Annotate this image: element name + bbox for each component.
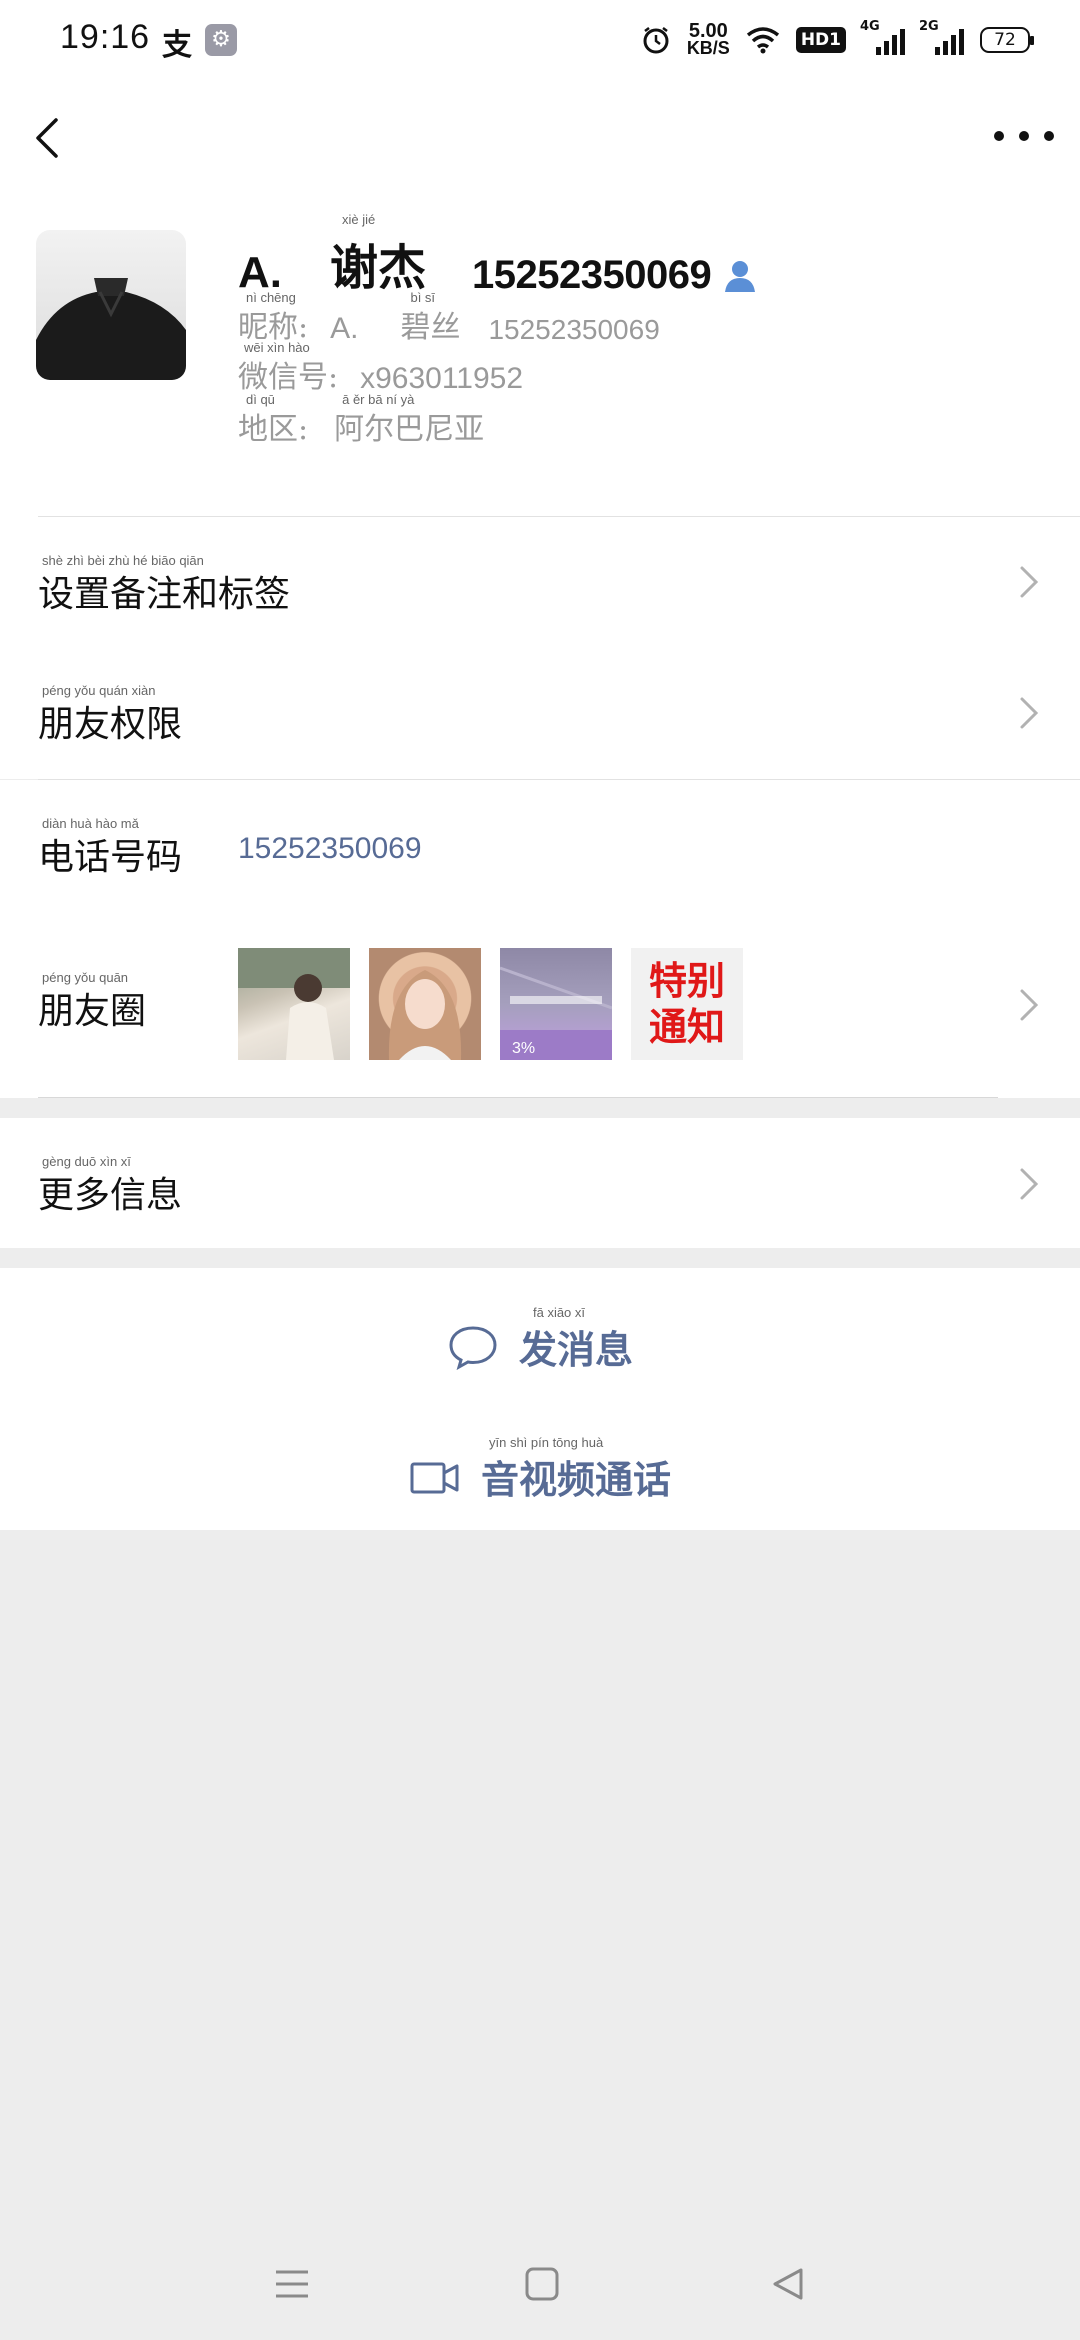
remark-phone: 15252350069 xyxy=(472,253,712,297)
row-label: shè zhì bèi zhù hé biāo qiān 设置备注和标签 xyxy=(38,553,291,615)
contact-actions: fā xiāo xī 发消息 yīn shì pín tōng huà 音视频通… xyxy=(0,1268,1080,1530)
moment-thumbnail xyxy=(238,948,350,1060)
chevron-right-icon xyxy=(1020,1168,1039,1200)
wechat-id-line: wēi xìn hào 微信号: x963011952 xyxy=(238,340,524,395)
send-message-label: fā xiāo xī 发消息 xyxy=(518,1305,633,1372)
top-navigation-bar xyxy=(0,82,1080,192)
row-label: gèng duō xìn xī 更多信息 xyxy=(38,1154,183,1216)
set-remarks-and-tags-row[interactable]: shè zhì bèi zhù hé biāo qiān 设置备注和标签 xyxy=(0,517,1080,647)
moment-thumbnail: 3% xyxy=(500,948,612,1060)
chevron-right-icon xyxy=(1020,697,1039,729)
signal-strength-sim1-icon: 4G xyxy=(860,19,905,55)
back-arrow-icon[interactable] xyxy=(26,112,76,162)
row-label: diàn huà hào mǎ 电话号码 xyxy=(38,816,183,878)
video-camera-icon xyxy=(410,1462,459,1494)
video-call-button[interactable]: yīn shì pín tōng huà 音视频通话 xyxy=(0,1435,1080,1504)
remark-name-chinese: xiè jié 谢杰 xyxy=(330,212,427,296)
row-label: péng yǒu quān 朋友圈 xyxy=(38,970,147,1032)
contact-profile-card: A. xiè jié 谢杰 15252350069 nì chēng 昵称: A.… xyxy=(0,192,1080,517)
svg-text:3%: 3% xyxy=(512,1040,535,1057)
friend-permissions-row[interactable]: péng yǒu quán xiàn 朋友权限 xyxy=(0,647,1080,779)
chevron-right-icon xyxy=(1020,989,1039,1021)
video-call-label: yīn shì pín tōng huà 音视频通话 xyxy=(480,1435,671,1502)
menu-icon[interactable] xyxy=(274,2266,310,2302)
nickname-latin: A. xyxy=(330,312,359,345)
more-info-row[interactable]: gèng duō xìn xī 更多信息 xyxy=(0,1118,1080,1248)
contact-avatar[interactable] xyxy=(36,230,186,380)
moment-thumbnail xyxy=(369,948,481,1060)
special-notice-thumbnail: 特别 通知 xyxy=(631,948,743,1060)
wifi-icon xyxy=(746,27,779,54)
status-bar: 19:16 支 ⚙ 5.00 KB/S HD1 4G 2G 72 xyxy=(0,0,1080,82)
chat-bubble-icon xyxy=(449,1326,497,1370)
settings-notification-icon: ⚙ xyxy=(205,24,237,56)
back-triangle-icon[interactable] xyxy=(770,2266,806,2302)
region-label: 地区: xyxy=(238,412,309,447)
row-label: péng yǒu quán xiàn 朋友权限 xyxy=(38,683,183,745)
phone-number-link[interactable]: 15252350069 xyxy=(238,832,422,866)
contact-remark-name: A. xiè jié 谢杰 15252350069 xyxy=(238,212,757,298)
chevron-right-icon xyxy=(1020,566,1039,598)
alarm-icon xyxy=(643,27,669,54)
region-value: 阿尔巴尼亚 xyxy=(334,412,485,447)
nickname-chinese: 碧丝 xyxy=(400,310,461,345)
home-square-icon[interactable] xyxy=(524,2266,560,2302)
moments-row[interactable]: péng yǒu quān 朋友圈 3% 特别 通知 xyxy=(0,912,1080,1098)
hd-voice-badge: HD1 xyxy=(795,27,846,53)
wechat-id-label: 微信号: xyxy=(238,360,339,395)
battery-indicator: 72 xyxy=(980,27,1034,53)
more-options-icon[interactable] xyxy=(994,116,1054,156)
divider xyxy=(38,1097,998,1098)
wechat-id-value: x963011952 xyxy=(360,362,524,395)
phone-number-row: diàn huà hào mǎ 电话号码 15252350069 xyxy=(0,780,1080,912)
phone-contact-icon xyxy=(725,261,756,292)
alipay-notification-icon: 支 xyxy=(162,28,192,63)
send-message-button[interactable]: fā xiāo xī 发消息 xyxy=(0,1305,1080,1374)
region-line: dì qū 地区: ā ěr bā ní yà 阿尔巴尼亚 xyxy=(238,392,485,447)
network-speed: 5.00 KB/S xyxy=(686,20,730,58)
system-navigation-bar xyxy=(0,2240,1080,2340)
signal-strength-sim2-icon: 2G xyxy=(919,19,964,55)
nickname-phone: 15252350069 xyxy=(488,314,660,345)
status-time: 19:16 xyxy=(60,18,151,56)
